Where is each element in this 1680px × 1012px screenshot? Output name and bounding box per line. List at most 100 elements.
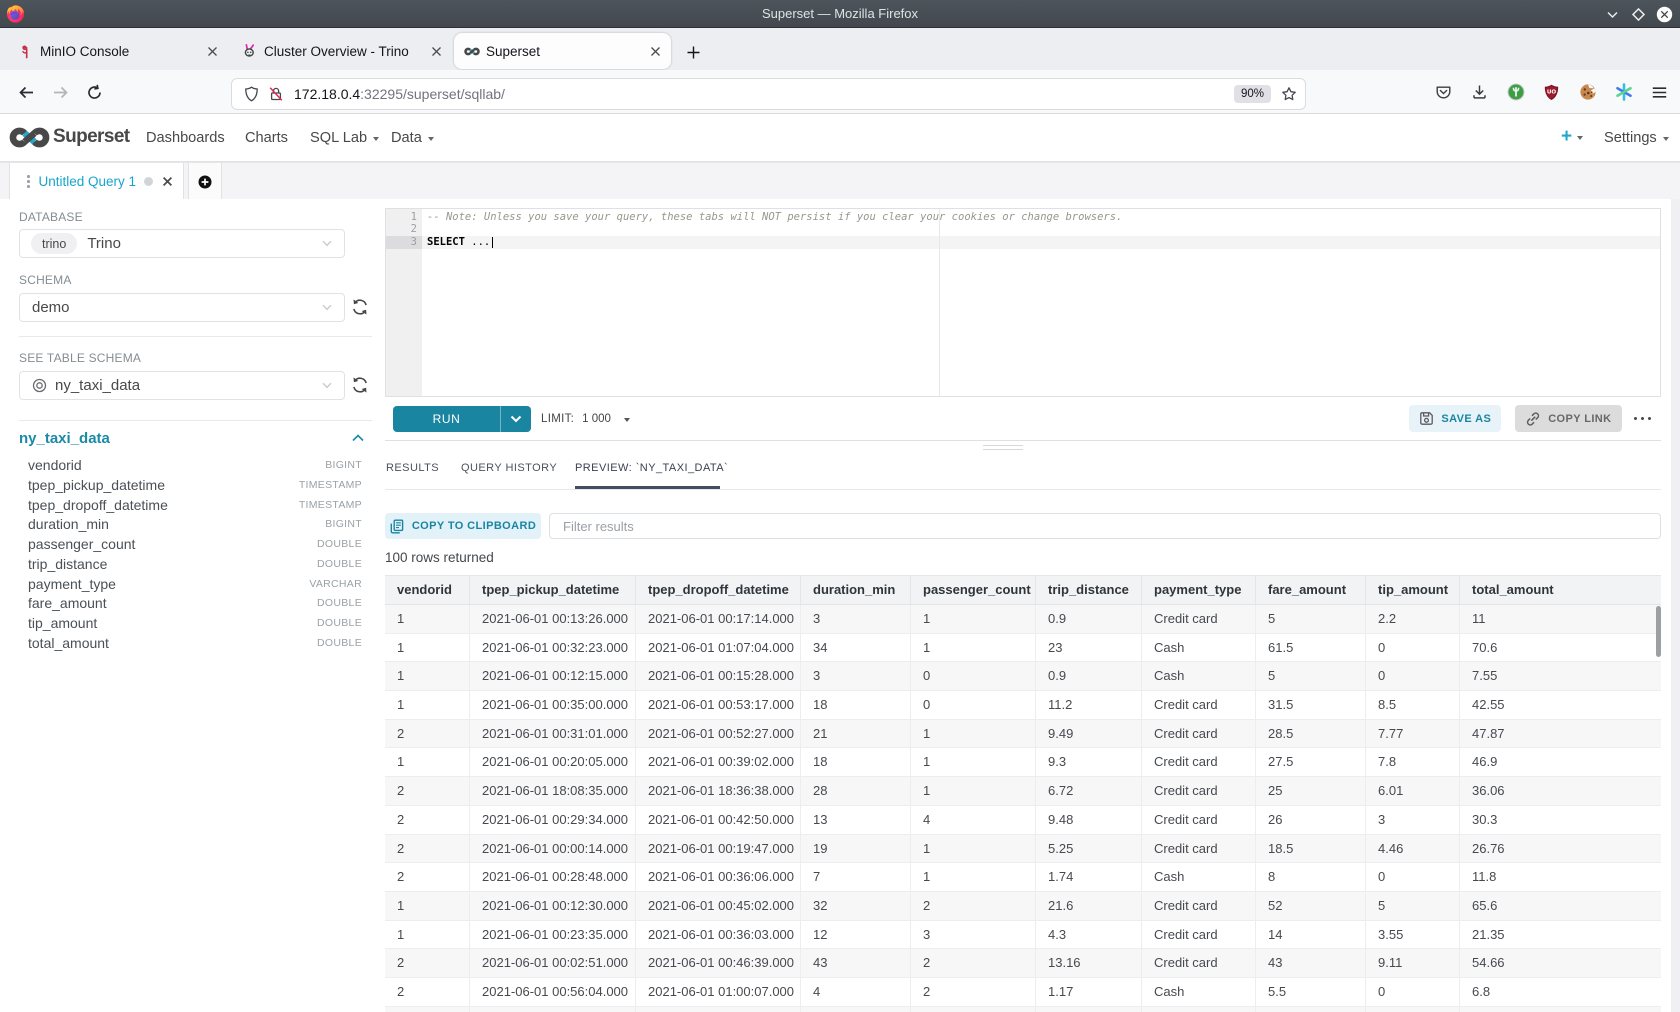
browser-tab-superset[interactable]: Superset [454, 33, 671, 69]
drag-grip-icon[interactable] [27, 175, 30, 188]
bookmark-star-icon[interactable] [1281, 86, 1297, 102]
results-table-row[interactable]: 12021-06-01 00:12:15.0002021-06-01 00:15… [385, 662, 1661, 691]
pocket-icon[interactable] [1434, 83, 1453, 102]
new-tab-button[interactable] [682, 41, 704, 63]
table-column-row[interactable]: tip_amount DOUBLE [28, 613, 362, 633]
header-settings-menu[interactable]: Settings [1604, 130, 1669, 146]
lock-insecure-icon[interactable] [268, 86, 284, 102]
shield-icon[interactable] [244, 86, 259, 102]
results-table-row[interactable]: 12021-06-01 00:13:26.0002021-06-01 00:17… [385, 605, 1661, 634]
run-button[interactable]: RUN [393, 406, 531, 432]
table-column-row[interactable]: trip_distance DOUBLE [28, 554, 362, 574]
url-bar[interactable]: 172.18.0.4:32295/superset/sqllab/ 90% [232, 79, 1305, 109]
results-table-cell: Cash [1142, 634, 1256, 662]
results-table-row[interactable]: 12021-06-01 00:20:05.0002021-06-01 00:39… [385, 748, 1661, 777]
refresh-schemas-icon[interactable] [351, 298, 369, 316]
results-column-header[interactable]: total_amount [1460, 576, 1661, 604]
browser-tab-trino[interactable]: Cluster Overview - Trino [232, 33, 452, 69]
results-table-row[interactable]: 22021-06-01 00:56:04.0002021-06-01 01:00… [385, 978, 1661, 1007]
table-column-row[interactable]: payment_type VARCHAR [28, 574, 362, 594]
results-table-row[interactable]: 22021-06-01 00:00:14.0002021-06-01 00:19… [385, 835, 1661, 864]
filter-results-input[interactable] [549, 513, 1661, 539]
collapse-chevron-icon[interactable] [352, 434, 364, 442]
superset-logo-icon[interactable] [9, 126, 50, 149]
save-as-button[interactable]: SAVE AS [1409, 405, 1501, 432]
results-table-cell: 13 [801, 806, 911, 834]
results-column-header[interactable]: tip_amount [1366, 576, 1460, 604]
more-actions-icon[interactable] [1634, 417, 1652, 421]
results-column-header[interactable]: tpep_dropoff_datetime [636, 576, 801, 604]
tab-query-history[interactable]: QUERY HISTORY [461, 462, 557, 474]
table-column-row[interactable]: passenger_count DOUBLE [28, 534, 362, 554]
tab-preview[interactable]: PREVIEW: `NY_TAXI_DATA` [575, 462, 728, 474]
green-extension-icon[interactable] [1506, 83, 1525, 102]
reload-button[interactable] [80, 78, 108, 106]
copy-link-button[interactable]: COPY LINK [1515, 405, 1621, 432]
results-column-header[interactable]: passenger_count [911, 576, 1036, 604]
table-column-row[interactable]: vendorid BIGINT [28, 456, 362, 476]
results-column-header[interactable]: fare_amount [1256, 576, 1366, 604]
results-table-row[interactable]: 22021-06-01 00:29:34.0002021-06-01 00:42… [385, 806, 1661, 835]
run-label[interactable]: RUN [393, 406, 501, 432]
results-column-header[interactable]: duration_min [801, 576, 911, 604]
tab-close-icon[interactable] [200, 39, 224, 63]
query-tab-close-icon[interactable] [162, 176, 173, 187]
table-scrollbar-thumb[interactable] [1656, 606, 1661, 657]
table-column-row[interactable]: duration_min BIGINT [28, 515, 362, 535]
close-icon[interactable] [1656, 6, 1673, 23]
tab-results[interactable]: RESULTS [386, 462, 439, 474]
sql-editor[interactable]: 1 2 3 -- Note: Unless you save your quer… [385, 208, 1661, 397]
pane-resize-handle[interactable] [983, 445, 1023, 454]
superset-brand[interactable]: Superset [53, 126, 130, 148]
limit-control[interactable]: LIMIT: 1 000 [541, 406, 630, 432]
results-table-row[interactable]: 12021-06-01 00:12:30.0002021-06-01 00:45… [385, 892, 1661, 921]
tab-close-icon[interactable] [643, 39, 667, 63]
results-table-row[interactable]: 22021-06-01 00:02:51.0002021-06-01 00:46… [385, 949, 1661, 978]
minimize-icon[interactable] [1604, 6, 1621, 23]
query-tab-label[interactable]: Untitled Query 1 [39, 174, 137, 189]
results-table-row[interactable] [385, 1007, 1661, 1012]
results-table-row[interactable]: 22021-06-01 00:28:48.0002021-06-01 00:36… [385, 863, 1661, 892]
refresh-tables-icon[interactable] [351, 376, 369, 394]
table-select[interactable]: ny_taxi_data [19, 371, 345, 400]
schema-select[interactable]: demo [19, 293, 345, 322]
browser-tab-minio[interactable]: MinIO Console [8, 33, 228, 69]
table-schema-title[interactable]: ny_taxi_data [19, 430, 110, 447]
database-select[interactable]: trino Trino [19, 229, 345, 258]
results-table-row[interactable]: 22021-06-01 18:08:35.0002021-06-01 18:36… [385, 777, 1661, 806]
forward-button[interactable] [46, 78, 74, 106]
table-column-row[interactable]: total_amount DOUBLE [28, 633, 362, 653]
page-scrollbar-track[interactable] [1671, 199, 1680, 1012]
ublock-shield-icon[interactable]: UO [1542, 83, 1561, 102]
back-button[interactable] [12, 78, 40, 106]
tab-close-icon[interactable] [424, 39, 448, 63]
nav-sql-lab[interactable]: SQL Lab [310, 130, 379, 146]
add-query-tab-button[interactable] [188, 163, 222, 200]
table-column-row[interactable]: fare_amount DOUBLE [28, 593, 362, 613]
copy-to-clipboard-button[interactable]: COPY TO CLIPBOARD [385, 513, 541, 539]
download-icon[interactable] [1470, 83, 1489, 102]
nav-data[interactable]: Data [391, 130, 434, 146]
maximize-icon[interactable] [1630, 6, 1647, 23]
limit-value: 1 000 [582, 413, 611, 425]
nav-charts[interactable]: Charts [245, 130, 288, 146]
zoom-level-badge[interactable]: 90% [1234, 85, 1271, 103]
results-column-header[interactable]: tpep_pickup_datetime [470, 576, 636, 604]
run-dropdown-chevron-icon[interactable] [501, 406, 531, 432]
query-tab[interactable]: Untitled Query 1 [9, 163, 184, 200]
results-table-row[interactable]: 12021-06-01 00:23:35.0002021-06-01 00:36… [385, 921, 1661, 950]
nav-dashboards[interactable]: Dashboards [146, 130, 225, 146]
results-column-header[interactable]: trip_distance [1036, 576, 1142, 604]
table-column-row[interactable]: tpep_dropoff_datetime TIMESTAMP [28, 495, 362, 515]
results-table-row[interactable]: 22021-06-01 00:31:01.0002021-06-01 00:52… [385, 720, 1661, 749]
results-column-header[interactable]: vendorid [385, 576, 470, 604]
blue-asterisk-extension-icon[interactable] [1614, 83, 1633, 102]
results-table-row[interactable]: 12021-06-01 00:32:23.0002021-06-01 01:07… [385, 634, 1661, 663]
table-column-row[interactable]: tpep_pickup_datetime TIMESTAMP [28, 475, 362, 495]
cookie-icon[interactable] [1578, 83, 1597, 102]
superset-header: Superset Dashboards Charts SQL Lab Data … [0, 114, 1680, 162]
results-table-row[interactable]: 12021-06-01 00:35:00.0002021-06-01 00:53… [385, 691, 1661, 720]
header-add-button[interactable]: + [1561, 128, 1583, 146]
hamburger-menu-icon[interactable] [1650, 83, 1669, 102]
results-column-header[interactable]: payment_type [1142, 576, 1256, 604]
